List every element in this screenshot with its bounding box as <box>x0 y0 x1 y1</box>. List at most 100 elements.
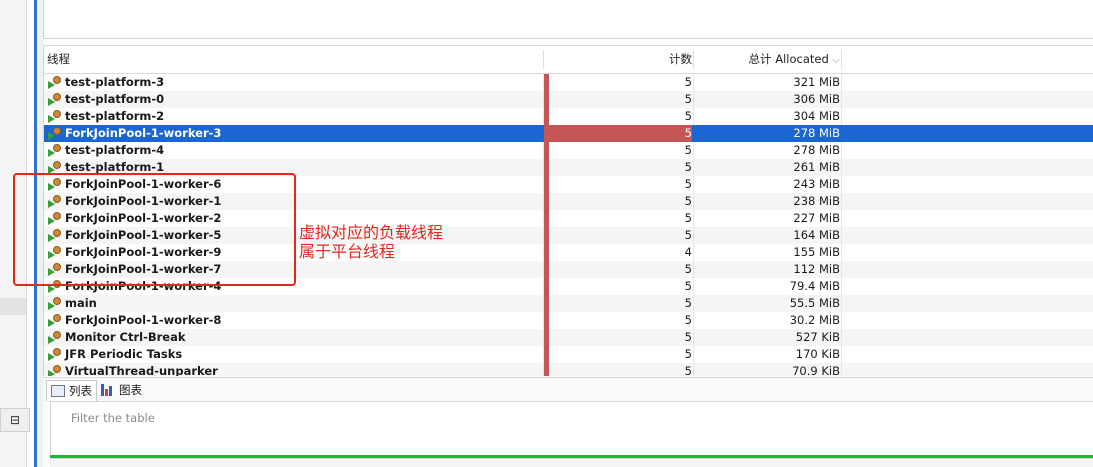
thread-icon <box>47 109 62 124</box>
thread-name: Monitor Ctrl-Break <box>65 330 186 344</box>
column-gridline <box>693 176 694 193</box>
column-gridline <box>693 295 694 312</box>
thread-name: test-platform-0 <box>65 92 165 106</box>
allocated-cell: 170 KiB <box>795 347 840 361</box>
count-cell: 5 <box>684 347 692 361</box>
column-gridline <box>543 346 544 363</box>
chevron-down-icon: ⌵ <box>832 55 840 66</box>
allocated-cell: 321 MiB <box>793 75 840 89</box>
list-icon <box>51 385 65 397</box>
column-header-count[interactable]: 计数 <box>544 46 692 73</box>
table-row[interactable]: VirtualThread-unparker 5 70.9 KiB <box>44 363 1093 376</box>
thread-name: JFR Periodic Tasks <box>65 347 183 361</box>
column-gridline <box>841 210 842 227</box>
count-cell: 5 <box>684 364 692 376</box>
count-cell: 5 <box>684 194 692 208</box>
column-gridline <box>841 159 842 176</box>
column-gridline <box>693 74 694 91</box>
count-cell: 5 <box>684 211 692 225</box>
column-gridline <box>841 108 842 125</box>
column-gridline <box>543 74 544 91</box>
column-gridline <box>693 261 694 278</box>
sidebar-selected-item[interactable] <box>0 298 26 315</box>
column-gridline <box>693 346 694 363</box>
column-gridline <box>841 295 842 312</box>
column-gridline <box>841 227 842 244</box>
thread-cell: ForkJoinPool-1-worker-3 <box>47 125 221 142</box>
view-tabs: 列表 图表 <box>43 377 1093 402</box>
allocated-cell: 304 MiB <box>793 109 840 123</box>
column-gridline <box>693 278 694 295</box>
column-gridline <box>543 261 544 278</box>
count-cell: 5 <box>684 126 692 140</box>
thread-cell: test-platform-0 <box>47 91 164 108</box>
table-row[interactable]: test-platform-3 5 321 MiB <box>44 74 1093 91</box>
column-gridline <box>543 210 544 227</box>
table-row[interactable]: ForkJoinPool-1-worker-8 5 30.2 MiB <box>44 312 1093 329</box>
tab-chart[interactable]: 图表 <box>97 380 146 400</box>
count-cell: 5 <box>684 92 692 106</box>
tab-chart-label: 图表 <box>119 383 142 397</box>
column-gridline <box>693 193 694 210</box>
allocated-cell: 164 MiB <box>793 228 840 242</box>
count-cell: 5 <box>684 143 692 157</box>
allocated-cell: 112 MiB <box>793 262 840 276</box>
column-gridline <box>841 261 842 278</box>
thread-icon <box>47 347 62 362</box>
count-cell: 5 <box>684 109 692 123</box>
column-gridline <box>841 74 842 91</box>
table-row[interactable]: test-platform-0 5 306 MiB <box>44 91 1093 108</box>
thread-icon <box>47 313 62 328</box>
restore-icon[interactable]: ⊟ <box>0 408 30 432</box>
allocated-cell: 527 KiB <box>795 330 840 344</box>
status-line <box>50 455 1093 458</box>
table-row[interactable]: Monitor Ctrl-Break 5 527 KiB <box>44 329 1093 346</box>
column-gridline <box>543 91 544 108</box>
count-cell: 5 <box>684 296 692 310</box>
column-gridline <box>543 108 544 125</box>
thread-name: test-platform-2 <box>65 109 165 123</box>
column-gridline <box>693 108 694 125</box>
filter-input[interactable]: Filter the table <box>71 411 155 425</box>
column-gridline <box>841 244 842 261</box>
column-divider[interactable] <box>841 50 842 69</box>
table-row[interactable]: test-platform-4 5 278 MiB <box>44 142 1093 159</box>
column-header-thread[interactable]: 线程 <box>47 46 70 73</box>
column-gridline <box>841 278 842 295</box>
column-gridline <box>543 363 544 376</box>
thread-cell: test-platform-4 <box>47 142 164 159</box>
bottom-strip <box>50 459 1093 467</box>
allocated-cell: 261 MiB <box>793 160 840 174</box>
annotation-line: 属于平台线程 <box>299 242 396 261</box>
allocated-cell: 243 MiB <box>793 177 840 191</box>
thread-cell: test-platform-3 <box>47 74 164 91</box>
column-gridline <box>543 227 544 244</box>
table-row[interactable]: test-platform-2 5 304 MiB <box>44 108 1093 125</box>
column-header-allocated[interactable]: 总计 Allocated ⌵ <box>694 46 840 73</box>
thread-cell: JFR Periodic Tasks <box>47 346 182 363</box>
allocated-cell: 30.2 MiB <box>789 313 840 327</box>
count-cell: 5 <box>684 262 692 276</box>
table-row[interactable]: JFR Periodic Tasks 5 170 KiB <box>44 346 1093 363</box>
table-row[interactable]: ForkJoinPool-1-worker-3 5 278 MiB <box>44 125 1093 142</box>
thread-cell: VirtualThread-unparker <box>47 363 218 376</box>
column-gridline <box>841 312 842 329</box>
thread-icon <box>47 126 62 141</box>
thread-icon <box>47 296 62 311</box>
thread-name: test-platform-3 <box>65 75 165 89</box>
column-gridline <box>841 125 842 142</box>
thread-name: main <box>65 296 97 310</box>
column-gridline <box>693 244 694 261</box>
allocated-cell: 238 MiB <box>793 194 840 208</box>
column-gridline <box>841 363 842 376</box>
count-cell: 5 <box>684 228 692 242</box>
column-gridline <box>543 142 544 159</box>
column-gridline <box>693 125 694 142</box>
column-gridline <box>543 125 544 142</box>
column-gridline <box>543 312 544 329</box>
count-cell: 5 <box>684 279 692 293</box>
column-gridline <box>543 193 544 210</box>
column-gridline <box>841 346 842 363</box>
table-row[interactable]: main 5 55.5 MiB <box>44 295 1093 312</box>
tab-list[interactable]: 列表 <box>46 380 97 401</box>
